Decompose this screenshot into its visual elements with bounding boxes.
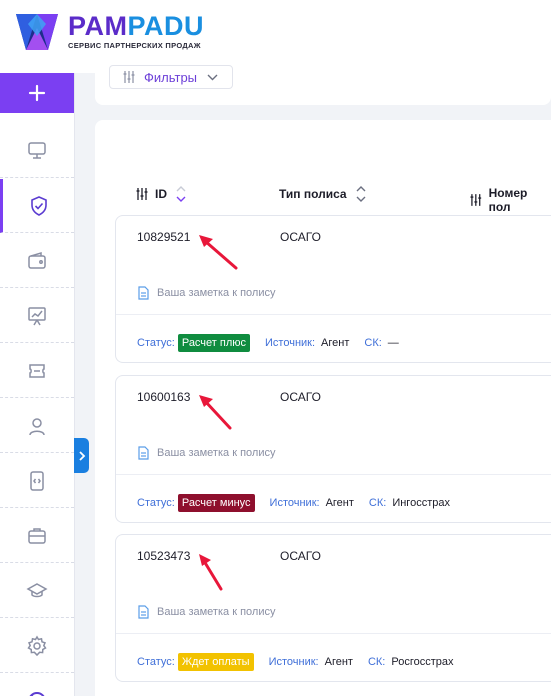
- insurer-value: Ингосстрах: [392, 497, 450, 509]
- briefcase-icon: [28, 527, 46, 544]
- sort-icon[interactable]: [355, 186, 367, 202]
- policy-note[interactable]: Ваша заметка к полису: [137, 286, 275, 300]
- policy-id[interactable]: 10829521: [137, 230, 190, 244]
- sidebar-item-education[interactable]: [0, 564, 74, 618]
- filters-button[interactable]: Фильтры: [109, 65, 233, 89]
- column-header-id[interactable]: ID: [135, 186, 193, 202]
- policies-table: ID Тип полиса Номер пол 10829521 ОСАГО В…: [95, 120, 551, 696]
- chevron-down-icon: [207, 74, 218, 80]
- policy-type: ОСАГО: [280, 549, 321, 563]
- document-icon: [138, 605, 149, 619]
- filter-panel: Фильтры: [95, 60, 551, 105]
- insurer-value: —: [387, 337, 399, 349]
- table-row[interactable]: 10523473 ОСАГО Ваша заметка к полису Ста…: [115, 534, 551, 682]
- sort-icon[interactable]: [175, 186, 187, 202]
- wallet-icon: [28, 251, 46, 269]
- insurer-value: Росгосстрах: [391, 656, 454, 668]
- table-header: ID Тип полиса Номер пол: [95, 182, 551, 214]
- filters-label: Фильтры: [144, 69, 198, 85]
- status-badge: Расчет плюс: [177, 334, 251, 352]
- source-value: Агент: [321, 337, 350, 349]
- status-row: Статус: Расчет минус Источник: Агент СК:…: [137, 494, 450, 512]
- sidebar-item-reports[interactable]: [0, 289, 74, 343]
- status-badge: Ждет оплаты: [177, 653, 254, 671]
- sidebar-item-help[interactable]: [0, 674, 74, 696]
- brand-name: PAMPADU: [68, 10, 205, 41]
- presentation-chart-icon: [28, 306, 46, 325]
- column-settings-icon: [470, 194, 482, 206]
- table-row[interactable]: 10829521 ОСАГО Ваша заметка к полису Ста…: [115, 215, 551, 363]
- annotation-arrow-icon: [199, 395, 232, 430]
- phone-icon: [30, 470, 44, 491]
- graduation-cap-icon: [26, 582, 48, 597]
- policy-id[interactable]: 10523473: [137, 549, 190, 563]
- column-settings-icon: [136, 188, 148, 200]
- status-row: Статус: Ждет оплаты Источник: Агент СК: …: [137, 653, 454, 671]
- logo-mark-icon: [16, 14, 58, 50]
- document-icon: [138, 446, 149, 460]
- help-circle-icon: [29, 692, 45, 696]
- policy-type: ОСАГО: [280, 390, 321, 404]
- sidebar-expand-button[interactable]: [74, 438, 89, 473]
- annotation-arrow-icon: [199, 554, 223, 591]
- sidebar-item-dashboard[interactable]: [0, 124, 74, 178]
- table-row[interactable]: 10600163 ОСАГО Ваша заметка к полису Ста…: [115, 375, 551, 523]
- gear-icon: [27, 635, 47, 656]
- policy-note[interactable]: Ваша заметка к полису: [137, 605, 275, 619]
- status-row: Статус: Расчет плюс Источник: Агент СК: …: [137, 334, 399, 352]
- policy-id[interactable]: 10600163: [137, 390, 190, 404]
- sidebar-item-mobile[interactable]: [0, 454, 74, 508]
- shield-check-icon: [30, 195, 47, 216]
- sliders-icon: [123, 71, 135, 83]
- user-icon: [29, 417, 45, 435]
- chevron-right-icon: [78, 450, 85, 461]
- sidebar-item-policies[interactable]: [0, 179, 74, 233]
- source-value: Агент: [324, 656, 353, 668]
- sidebar: [0, 73, 75, 696]
- monitor-icon: [28, 141, 46, 159]
- sidebar-item-profile[interactable]: [0, 399, 74, 453]
- sidebar-item-portfolio[interactable]: [0, 509, 74, 563]
- annotation-arrow-icon: [199, 235, 238, 270]
- source-value: Агент: [325, 497, 354, 509]
- add-button[interactable]: [0, 73, 74, 113]
- column-header-policy-number[interactable]: Номер пол: [469, 186, 551, 214]
- policy-type: ОСАГО: [280, 230, 321, 244]
- document-icon: [138, 286, 149, 300]
- sidebar-item-tickets[interactable]: [0, 344, 74, 398]
- ticket-icon: [29, 363, 45, 378]
- sidebar-item-settings[interactable]: [0, 619, 74, 673]
- brand-tagline: СЕРВИС ПАРТНЕРСКИХ ПРОДАЖ: [68, 40, 201, 50]
- logo[interactable]: PAMPADU СЕРВИС ПАРТНЕРСКИХ ПРОДАЖ: [14, 10, 204, 52]
- policy-note[interactable]: Ваша заметка к полису: [137, 446, 275, 460]
- column-header-policy-type[interactable]: Тип полиса: [279, 186, 373, 202]
- plus-icon: [28, 84, 46, 102]
- sidebar-item-wallet[interactable]: [0, 234, 74, 288]
- status-badge: Расчет минус: [177, 494, 255, 512]
